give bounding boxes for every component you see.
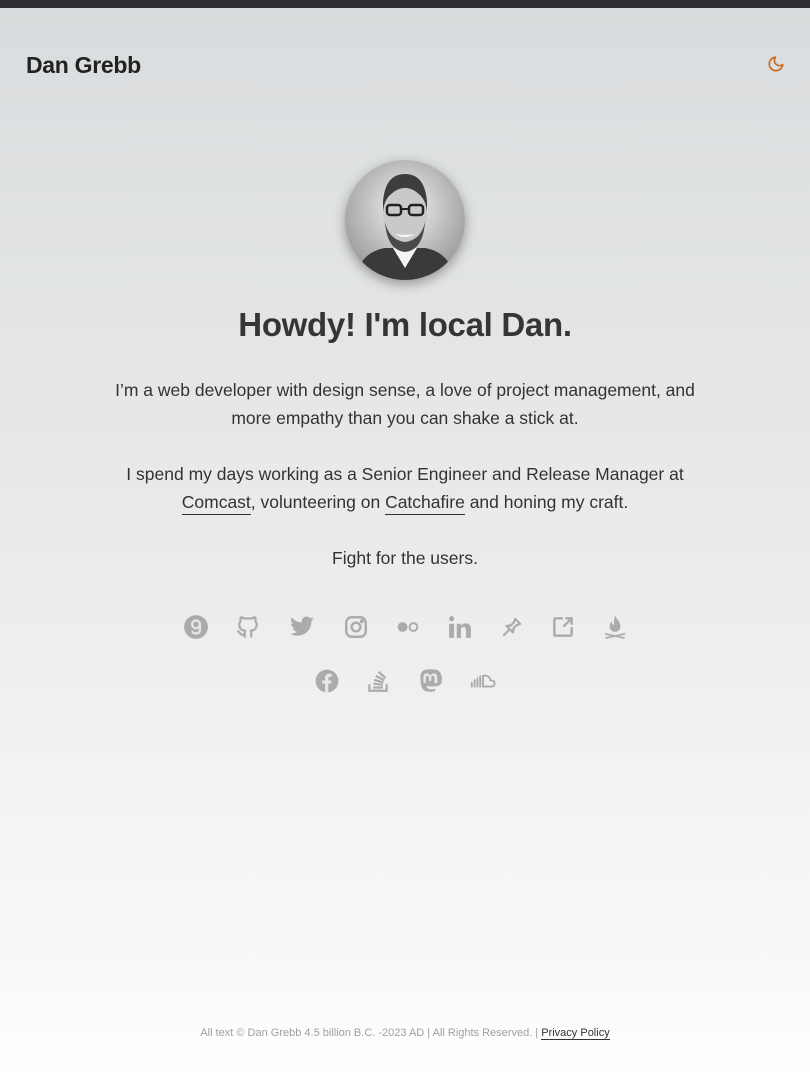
facebook-icon [314,668,340,699]
flickr-icon [395,614,421,645]
github-icon [235,614,261,645]
intro-text: I’m a web developer with design sense, a… [115,380,695,428]
theme-toggle-button[interactable] [764,54,788,78]
work-suffix: and honing my craft. [464,492,629,512]
stack-overflow-link[interactable] [364,669,392,697]
pin-icon [499,614,525,645]
stack-overflow-icon [365,668,391,699]
instagram-link[interactable] [342,615,370,643]
privacy-policy-link[interactable]: Privacy Policy [541,1027,610,1040]
copyright-text: All text © Dan Grebb 4.5 billion B.C. -2… [200,1027,539,1039]
facebook-link[interactable] [313,669,341,697]
gravatar-icon [183,614,209,645]
linkedin-link[interactable] [446,615,474,643]
work-prefix: I spend my days working as a Senior Engi… [126,464,684,484]
instagram-icon [343,614,369,645]
twitter-link[interactable] [288,615,316,643]
catchafire-link[interactable]: Catchafire [385,492,465,515]
work-middle: , volunteering on [250,492,386,512]
twitter-icon [289,614,315,645]
work-text: I spend my days working as a Senior Engi… [110,460,700,516]
top-bar [0,0,810,8]
campfire-icon [602,614,628,645]
soundcloud-icon [470,668,496,699]
soundcloud-link[interactable] [469,669,497,697]
campfire-link[interactable] [601,614,629,645]
github-link[interactable] [234,615,262,643]
moon-icon [767,55,785,78]
site-title[interactable]: Dan Grebb [26,52,141,79]
external-link-icon [550,614,576,645]
page-title: Howdy! I'm local Dan. [238,306,572,343]
linkedin-icon [447,614,473,645]
mastodon-link[interactable] [417,668,445,699]
pin-link[interactable] [498,615,526,643]
flickr-link[interactable] [394,615,422,643]
site-footer: All text © Dan Grebb 4.5 billion B.C. -2… [0,1027,810,1040]
motto-text: Fight for the users. [332,548,478,568]
comcast-link[interactable]: Comcast [181,492,251,515]
gravatar-link[interactable] [182,614,210,645]
mastodon-icon [418,668,444,699]
external-link[interactable] [549,615,577,643]
avatar [345,160,465,280]
